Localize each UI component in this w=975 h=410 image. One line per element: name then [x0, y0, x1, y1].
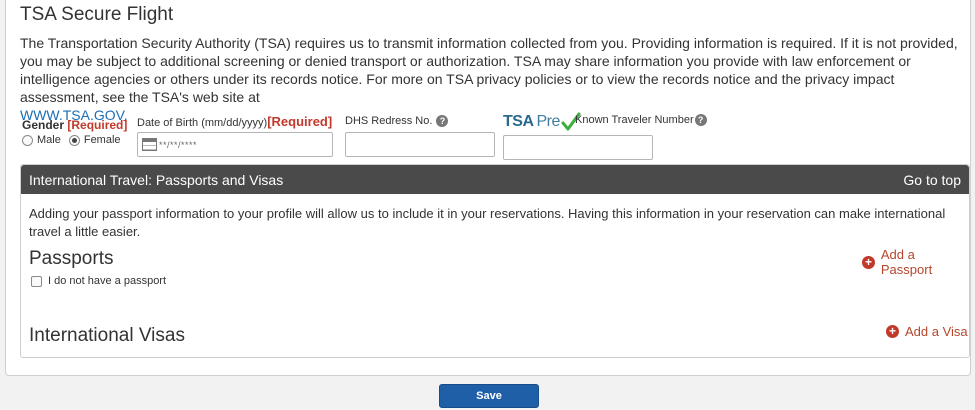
add-passport-button[interactable]: + Add a Passport: [862, 247, 969, 277]
redress-label-text: DHS Redress No.: [345, 115, 433, 127]
tsa-description-text: The Transportation Security Authority (T…: [20, 35, 958, 105]
international-travel-panel: International Travel: Passports and Visa…: [20, 164, 970, 358]
ktn-label-text: Known Traveler Number: [575, 114, 694, 126]
ktn-help-icon[interactable]: ?: [694, 114, 707, 127]
redress-help-icon[interactable]: ?: [436, 115, 449, 128]
gender-male-radio[interactable]: [22, 134, 33, 146]
save-button[interactable]: Save: [439, 384, 539, 408]
dob-placeholder: **/**/****: [159, 139, 198, 150]
tsa-precheck-logo: TSA Pre: [503, 112, 581, 132]
add-visa-button[interactable]: + Add a Visa: [886, 324, 968, 339]
gender-label-text: Gender: [22, 118, 65, 132]
ktn-label: Known Traveler Number?: [575, 114, 707, 127]
gender-female-label: Female: [83, 134, 121, 146]
plus-circle-icon: +: [862, 255, 875, 269]
no-passport-row: I do not have a passport: [31, 275, 166, 287]
dob-label: Date of Birth (mm/dd/yyyy)[Required]: [137, 114, 332, 129]
gender-female-radio[interactable]: [68, 134, 80, 146]
go-to-top-link[interactable]: Go to top: [903, 172, 961, 188]
no-passport-label: I do not have a passport: [48, 275, 167, 287]
international-header: International Travel: Passports and Visa…: [21, 165, 969, 194]
add-visa-label: Add a Visa: [905, 324, 968, 339]
tsa-description: The Transportation Security Authority (T…: [20, 34, 970, 124]
gender-label: Gender [Required]: [22, 118, 127, 132]
calendar-icon[interactable]: [142, 138, 157, 151]
no-passport-checkbox[interactable]: [31, 275, 42, 287]
tsa-secure-flight-card: TSA Secure Flight The Transportation Sec…: [5, 0, 971, 376]
dob-required: [Required]: [267, 114, 333, 129]
ktn-input[interactable]: [503, 135, 653, 160]
dob-label-text: Date of Birth (mm/dd/yyyy): [137, 117, 268, 129]
gender-radio-group: Male Female: [22, 134, 125, 146]
international-header-title: International Travel: Passports and Visa…: [29, 171, 284, 188]
plus-circle-icon: +: [886, 325, 899, 338]
dob-input[interactable]: **/**/****: [137, 132, 333, 157]
redress-label: DHS Redress No. ?: [345, 115, 449, 128]
gender-required: [Required]: [67, 118, 128, 132]
tsa-precheck-logo-tsa: TSA: [503, 113, 534, 130]
passports-title: Passports: [29, 248, 114, 269]
tsa-title: TSA Secure Flight: [20, 4, 174, 25]
international-description: Adding your passport information to your…: [29, 206, 946, 239]
gender-male-label: Male: [37, 134, 61, 146]
tsa-precheck-logo-pre: Pre: [536, 113, 561, 130]
visas-title: International Visas: [29, 325, 185, 346]
add-passport-label: Add a Passport: [880, 247, 933, 277]
redress-input[interactable]: [345, 132, 495, 157]
